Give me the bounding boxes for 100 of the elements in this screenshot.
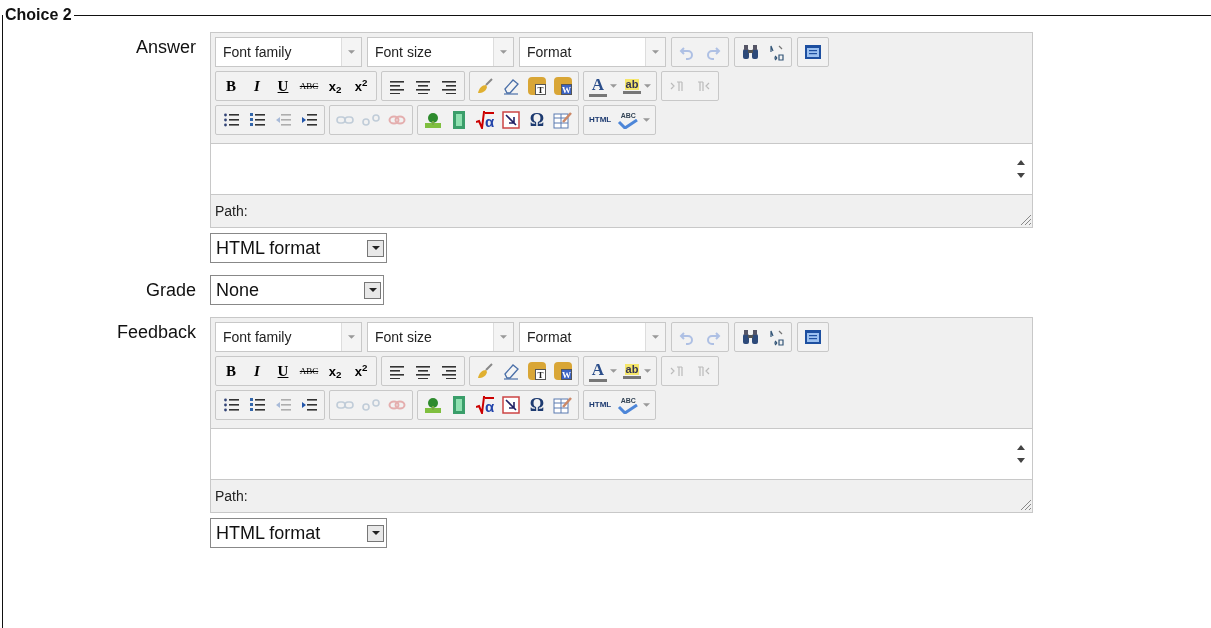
film-strip-icon: [452, 110, 466, 130]
binoculars-icon: [741, 329, 759, 345]
underline-button[interactable]: U: [270, 73, 296, 99]
outdent-icon: [274, 112, 292, 128]
redo-arrow-icon: [705, 329, 721, 345]
italic-glyph: I: [254, 363, 260, 379]
resize-grip-icon[interactable]: [1020, 499, 1032, 511]
dropdown-list[interactable]: Font size: [367, 37, 514, 67]
caret-icon: [500, 50, 507, 54]
dropdown-list[interactable]: Font family: [215, 322, 362, 352]
strike-button[interactable]: ABC: [296, 358, 322, 384]
underline-button[interactable]: U: [270, 358, 296, 384]
superscript-button[interactable]: x$^{2}$: [348, 358, 374, 384]
omega-glyph: Ω: [529, 396, 545, 414]
scroll-down-icon[interactable]: [1017, 458, 1025, 463]
strike-button[interactable]: ABC: [296, 73, 322, 99]
caret-icon: [652, 335, 659, 339]
tree-picture-icon: [424, 111, 442, 129]
highlight-button[interactable]: ab: [620, 73, 654, 99]
underline-glyph: U: [277, 78, 289, 94]
broken-chain-icon: [362, 114, 380, 126]
list-value: Font size: [374, 328, 433, 347]
indent-icon: [300, 397, 318, 413]
left-to-right-icon: [670, 365, 684, 377]
linked-rings-icon: [388, 399, 406, 411]
select-value: HTML format: [216, 236, 322, 260]
font-color-button[interactable]: A: [586, 358, 620, 384]
scroll-up-icon[interactable]: [1017, 445, 1025, 450]
caret-icon: [500, 335, 507, 339]
scroll-up-icon[interactable]: [1017, 160, 1025, 165]
strikethrough-glyph: ABC: [299, 81, 319, 91]
film-strip-icon: [452, 395, 466, 415]
list-value: Format: [526, 328, 573, 347]
superscript-button[interactable]: x$^{2}$: [348, 73, 374, 99]
select-dropdown[interactable]: HTML format: [210, 518, 387, 548]
bold-button[interactable]: B: [218, 358, 244, 384]
caret-icon: [644, 84, 651, 88]
html-button[interactable]: HTML: [586, 392, 615, 418]
strikethrough-glyph: ABC: [299, 366, 319, 376]
outdent-icon: [274, 397, 292, 413]
dropdown-list[interactable]: Format: [519, 37, 666, 67]
bold-button[interactable]: B: [218, 73, 244, 99]
caret-icon: [371, 531, 380, 535]
underline-glyph: U: [277, 363, 289, 379]
fieldset-legend: Choice 2: [3, 8, 74, 22]
scroll-down-icon[interactable]: [1017, 173, 1025, 178]
brush-icon: [476, 77, 494, 95]
caret-icon: [368, 288, 377, 292]
superscript-glyph: x$^{2}$: [354, 79, 368, 93]
numbered-list-icon: [248, 397, 266, 413]
tree-picture-icon: [424, 396, 442, 414]
omega-glyph: Ω: [529, 111, 545, 129]
caret-icon: [652, 50, 659, 54]
table-edit-icon: [553, 111, 573, 129]
list-value: Font size: [374, 43, 433, 62]
chain-link-icon: [336, 399, 354, 411]
dropdown-list[interactable]: Font size: [367, 322, 514, 352]
subscript-glyph: x$_{2}$: [328, 364, 342, 378]
caret-icon: [348, 335, 355, 339]
window-icon: [804, 44, 822, 60]
html-button[interactable]: HTML: [586, 107, 615, 133]
font-color-button[interactable]: A: [586, 73, 620, 99]
broken-chain-icon: [362, 399, 380, 411]
table-edit-icon: [553, 396, 573, 414]
italic-button[interactable]: I: [244, 358, 270, 384]
path-label: Path:: [215, 486, 248, 506]
select-value: None: [216, 278, 261, 302]
list-value: Font family: [222, 43, 293, 62]
align-left-icon: [389, 363, 405, 379]
subscript-glyph: x$_{2}$: [328, 79, 342, 93]
charmap-button[interactable]: Ω: [524, 392, 550, 418]
highlight-button[interactable]: ab: [620, 358, 654, 384]
crossed-box-icon: [502, 396, 520, 414]
field-label: Grade: [144, 279, 196, 302]
dropdown-list[interactable]: Font family: [215, 37, 362, 67]
align-center-icon: [415, 363, 431, 379]
right-to-left-icon: [696, 365, 710, 377]
eraser-icon: [502, 77, 520, 95]
field-label: Answer: [134, 36, 196, 59]
caret-icon: [644, 369, 651, 373]
italic-button[interactable]: I: [244, 73, 270, 99]
subscript-button[interactable]: x$_{2}$: [322, 358, 348, 384]
bold-glyph: B: [226, 78, 236, 94]
select-dropdown[interactable]: None: [210, 275, 384, 305]
italic-glyph: I: [254, 78, 260, 94]
binoculars-icon: [741, 44, 759, 60]
undo-arrow-icon: [679, 44, 695, 60]
brush-icon: [476, 362, 494, 380]
list-value: Font family: [222, 328, 293, 347]
dropdown-list[interactable]: Format: [519, 322, 666, 352]
charmap-button[interactable]: Ω: [524, 107, 550, 133]
caret-icon: [371, 246, 380, 250]
subscript-button[interactable]: x$_{2}$: [322, 73, 348, 99]
html-label: HTML: [589, 116, 612, 124]
resize-grip-icon[interactable]: [1020, 214, 1032, 226]
linked-rings-icon: [388, 114, 406, 126]
select-dropdown[interactable]: HTML format: [210, 233, 387, 263]
left-to-right-icon: [670, 80, 684, 92]
align-left-icon: [389, 78, 405, 94]
numbered-list-icon: [248, 112, 266, 128]
